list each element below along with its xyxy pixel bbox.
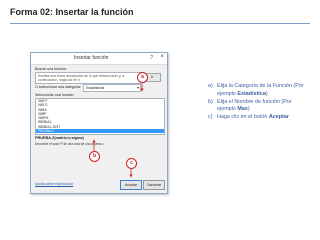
marker-c: c bbox=[126, 158, 137, 169]
marker-a: a bbox=[137, 72, 148, 83]
step-emphasis: Estadística bbox=[237, 90, 266, 97]
instruction-step: a) Elija la Categoría de la Función (Por… bbox=[208, 83, 304, 99]
step-suffix: ) bbox=[247, 106, 250, 113]
step-letter: b) bbox=[208, 98, 213, 105]
step-emphasis: Max bbox=[237, 106, 248, 113]
step-text: Haga clic en el botón bbox=[217, 114, 269, 121]
step-emphasis: Aceptar bbox=[268, 114, 289, 121]
step-text: Elija el Nombre de función (Por ejemplo bbox=[217, 98, 292, 113]
step-suffix: ) bbox=[265, 90, 268, 97]
instructions-list: a) Elija la Categoría de la Función (Por… bbox=[208, 83, 304, 122]
marker-b: b bbox=[89, 151, 100, 162]
step-letter: c) bbox=[208, 114, 213, 121]
instruction-step: b) Elija el Nombre de función (Por ejemp… bbox=[208, 99, 304, 115]
step-letter: a) bbox=[208, 83, 213, 89]
instruction-step: c) Haga clic en el botón Aceptar bbox=[208, 114, 304, 122]
